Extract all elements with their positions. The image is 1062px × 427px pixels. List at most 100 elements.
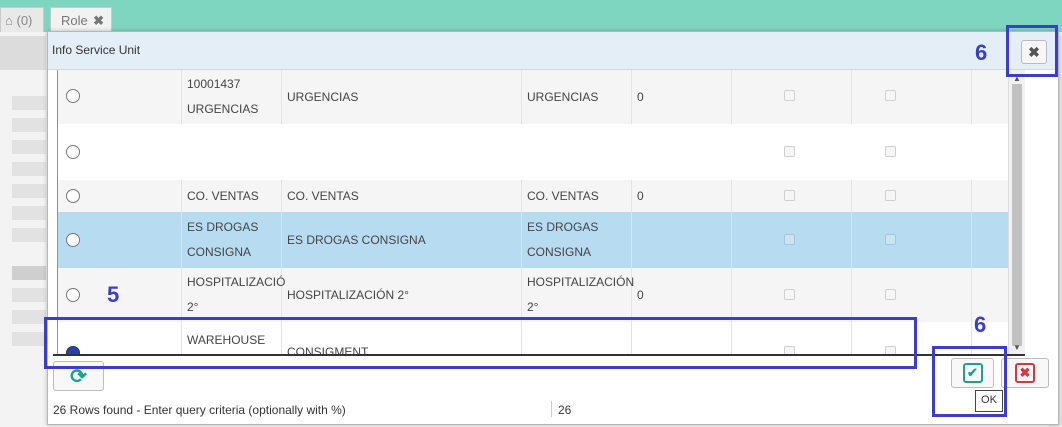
cancel-button[interactable]: ✖ — [1001, 358, 1049, 388]
radio-cell — [58, 268, 182, 322]
row-checkbox[interactable] — [885, 234, 896, 245]
code-cell: 10001437 URGENCIAS — [182, 70, 282, 124]
checkbox-cell — [852, 124, 972, 180]
background-field — [12, 206, 46, 220]
background-field — [12, 332, 46, 346]
checkbox-cell — [732, 124, 852, 180]
number-cell — [632, 124, 732, 180]
cancel-icon: ✖ — [1015, 363, 1035, 383]
row-radio[interactable] — [66, 145, 80, 159]
checkbox-cell — [852, 180, 972, 212]
radio-cell — [58, 70, 182, 124]
background-field — [12, 184, 46, 198]
row-checkbox[interactable] — [784, 90, 795, 101]
description-cell: ES DROGAS CONSIGNA — [522, 212, 632, 268]
checkbox-cell — [852, 268, 972, 322]
empty-cell — [972, 70, 1009, 124]
background-field — [12, 162, 46, 176]
row-checkbox[interactable] — [885, 146, 896, 157]
row-radio[interactable] — [66, 189, 80, 203]
number-cell: 0 — [632, 70, 732, 124]
tab-home[interactable]: ⌂ (0) — [0, 7, 44, 32]
row-radio[interactable] — [66, 233, 80, 247]
annotation-label: 6 — [974, 312, 987, 337]
table-row[interactable]: HOSPITALIZACIÓ 2° HOSPITALIZACIÓN 2° HOS… — [58, 268, 1009, 322]
name-cell: URGENCIAS — [282, 70, 522, 124]
background-field — [12, 118, 46, 132]
row-radio[interactable] — [66, 288, 80, 302]
radio-cell — [58, 212, 182, 268]
description-cell — [522, 124, 632, 180]
code-cell: ES DROGAS CONSIGNA — [182, 212, 282, 268]
table-row[interactable] — [58, 124, 1009, 180]
tab-home-label: (0) — [16, 13, 33, 28]
tab-role-label: Role — [61, 13, 88, 28]
code-line: CONSIGNA — [187, 245, 252, 259]
table-row[interactable]: ES DROGAS CONSIGNA ES DROGAS CONSIGNA ES… — [58, 212, 1009, 268]
background-field — [12, 266, 46, 280]
description-line: ES DROGAS — [527, 220, 599, 234]
row-checkbox[interactable] — [885, 190, 896, 201]
description-cell: URGENCIAS — [522, 70, 632, 124]
checkbox-cell — [732, 180, 852, 212]
vertical-scrollbar[interactable]: ▲ ▼ — [1008, 70, 1025, 354]
code-line: 10001437 — [187, 77, 241, 91]
checkbox-cell — [852, 212, 972, 268]
annotation-label: 6 — [975, 40, 988, 65]
checkbox-cell — [732, 70, 852, 124]
annotation-box-5 — [44, 317, 917, 369]
annotation-box-6-ok — [932, 346, 1007, 417]
checkbox-cell — [732, 268, 852, 322]
name-cell: CO. VENTAS — [282, 180, 522, 212]
radio-cell — [58, 180, 182, 212]
row-radio[interactable] — [66, 89, 80, 103]
empty-cell — [972, 212, 1009, 268]
description-cell: CO. VENTAS — [522, 180, 632, 212]
dialog-title: Info Service Unit — [52, 43, 141, 57]
tab-role[interactable]: Role ✖ — [50, 7, 112, 32]
status-bar: 26 Rows found - Enter query criteria (op… — [48, 396, 1058, 424]
close-icon[interactable]: ✖ — [93, 8, 104, 33]
annotation-label: 5 — [107, 282, 120, 307]
status-divider — [551, 401, 552, 417]
background-toolbar — [0, 36, 46, 70]
code-cell: HOSPITALIZACIÓ 2° — [182, 268, 286, 322]
row-checkbox[interactable] — [885, 90, 896, 101]
table-row[interactable]: 10001437 URGENCIAS URGENCIAS URGENCIAS 0 — [58, 70, 1009, 124]
checkbox-cell — [852, 70, 972, 124]
results-grid: 10001437 URGENCIAS URGENCIAS URGENCIAS 0… — [57, 70, 1009, 354]
description-cell: HOSPITALIZACIÓN 2° — [522, 268, 635, 322]
row-checkbox[interactable] — [885, 289, 896, 300]
code-cell — [182, 124, 282, 180]
home-icon: ⌂ — [5, 13, 13, 28]
row-checkbox[interactable] — [784, 289, 795, 300]
scrollbar-thumb[interactable] — [1012, 84, 1022, 346]
name-cell — [282, 124, 522, 180]
name-cell: ES DROGAS CONSIGNA — [282, 212, 522, 268]
row-count: 26 — [558, 403, 572, 417]
row-checkbox[interactable] — [784, 234, 795, 245]
code-cell: CO. VENTAS — [182, 180, 282, 212]
scroll-down-icon[interactable]: ▼ — [1013, 343, 1021, 352]
description-line: CONSIGNA — [527, 245, 592, 259]
table-row[interactable]: CO. VENTAS CO. VENTAS CO. VENTAS 0 — [58, 180, 1009, 212]
checkbox-cell — [732, 212, 852, 268]
background-field — [12, 228, 46, 242]
name-cell: HOSPITALIZACIÓN 2° — [282, 268, 522, 322]
code-line: HOSPITALIZACIÓ — [187, 275, 286, 289]
row-checkbox[interactable] — [784, 190, 795, 201]
background-field — [12, 96, 46, 110]
code-line: URGENCIAS — [187, 102, 259, 116]
number-cell: 0 — [632, 268, 732, 322]
dialog-header: Info Service Unit ✖ — [48, 32, 1058, 70]
description-line: HOSPITALIZACIÓN — [527, 275, 635, 289]
row-checkbox[interactable] — [784, 146, 795, 157]
number-cell — [632, 212, 732, 268]
empty-cell — [972, 180, 1009, 212]
number-cell: 0 — [632, 180, 732, 212]
background-field — [12, 310, 46, 324]
status-text: 26 Rows found - Enter query criteria (op… — [53, 403, 346, 417]
annotation-box-6-close — [1006, 25, 1058, 77]
background-field — [12, 140, 46, 154]
code-line: ES DROGAS — [187, 220, 259, 234]
